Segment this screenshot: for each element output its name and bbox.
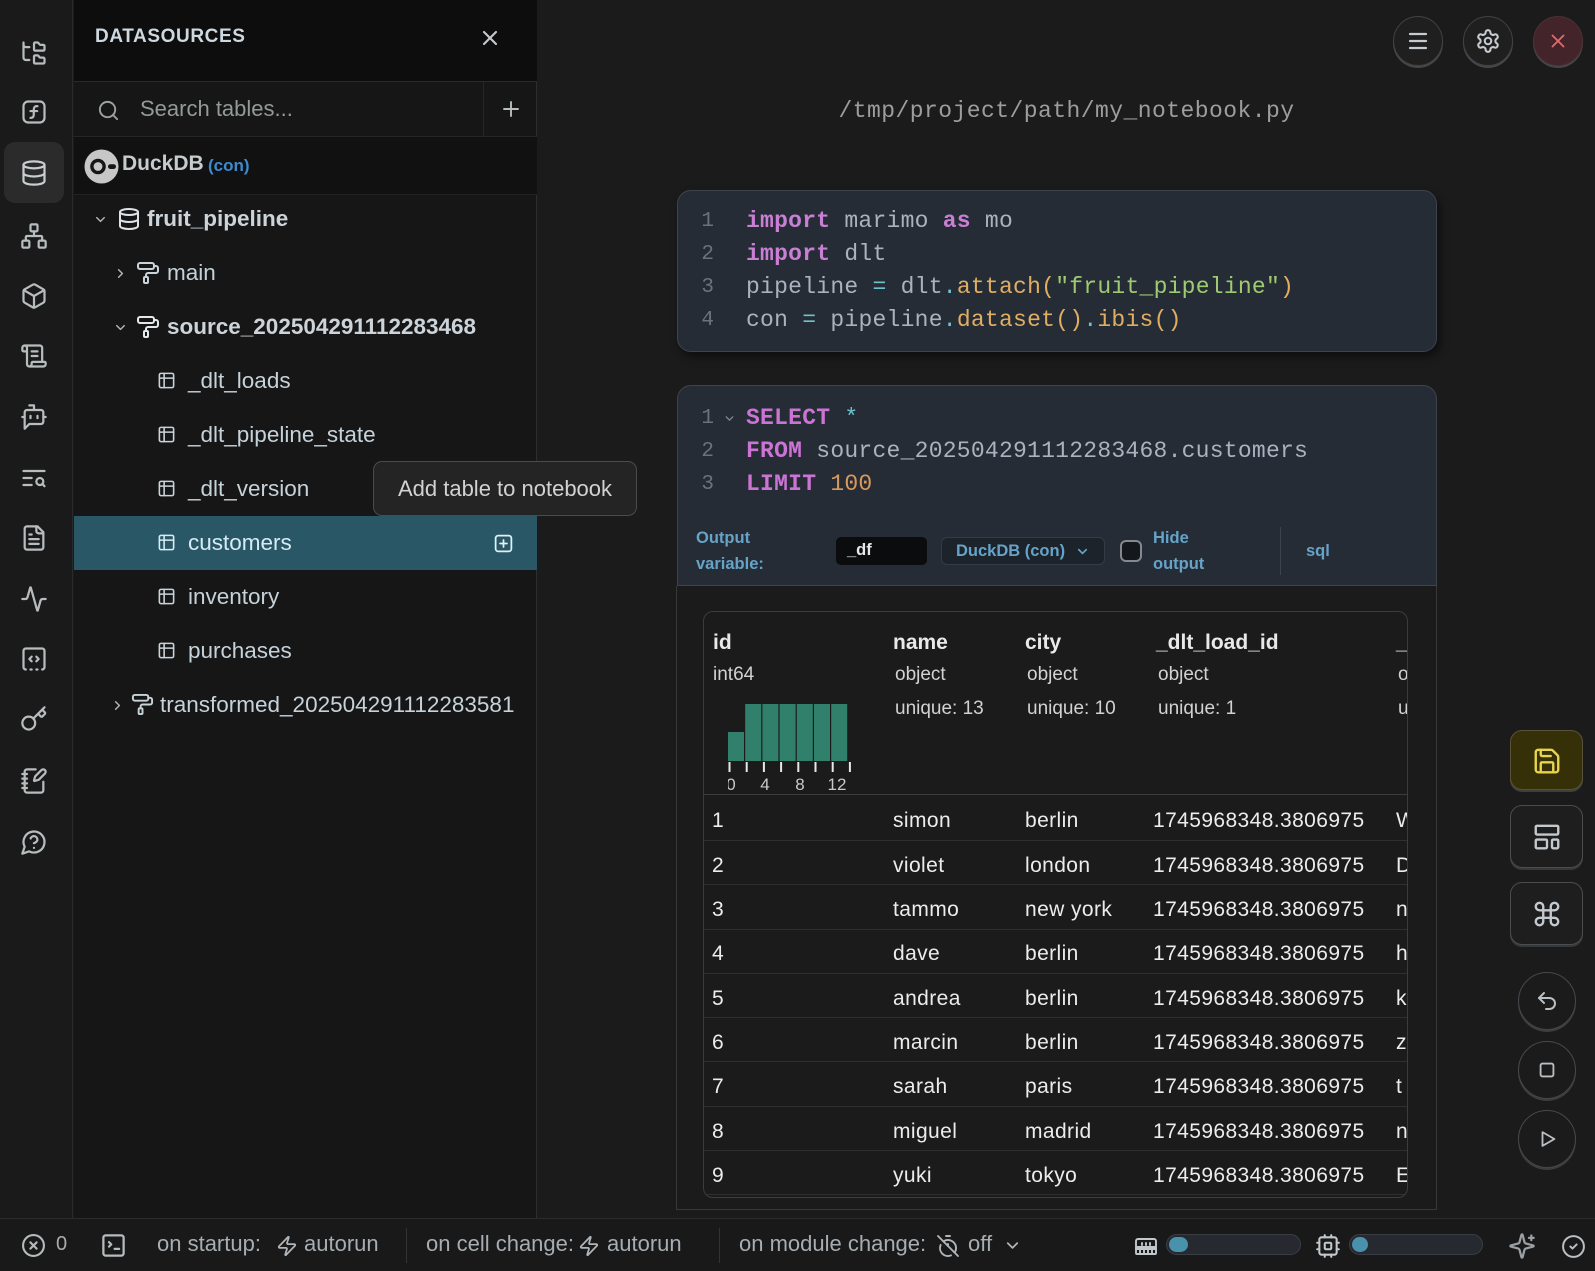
svg-text:12: 12	[828, 775, 847, 792]
svg-text:0: 0	[728, 775, 736, 792]
svg-text:8: 8	[795, 775, 804, 792]
svg-text:4: 4	[760, 775, 769, 792]
